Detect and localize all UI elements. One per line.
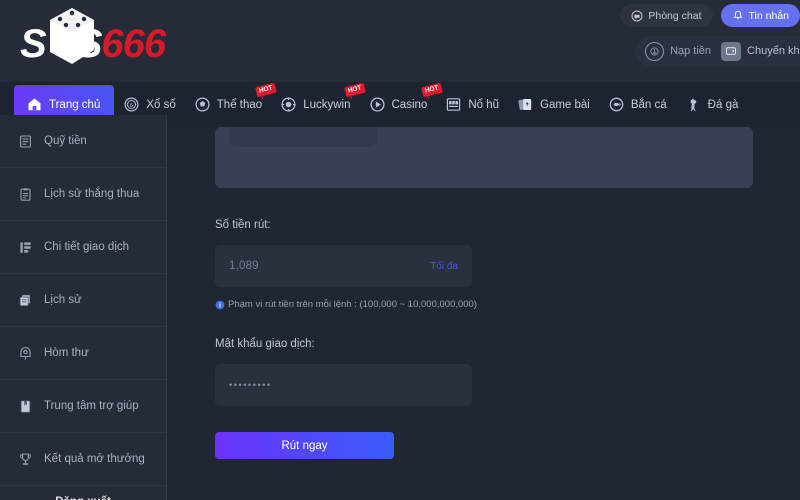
sidebar-item-quy-tien[interactable]: Quỹ tiền [0, 115, 166, 168]
sidebar-item-ket-qua-mo-thuong[interactable]: Kết quả mở thưởng [0, 433, 166, 486]
play-circle-icon [369, 96, 386, 113]
nav-item-luckywin[interactable]: Luckywin HOT [271, 82, 366, 124]
rooster-icon [685, 96, 702, 113]
nav-label-ban-ca: Bắn cá [630, 98, 667, 111]
chat-room-label: Phòng chat [648, 9, 702, 22]
nav-item-no-hu[interactable]: Nổ hũ [436, 86, 508, 124]
nav-item-ban-ca[interactable]: Bắn cá [599, 86, 676, 124]
deposit-button[interactable]: Nạp tiền [645, 41, 712, 61]
password-value: ••••••••• [229, 380, 272, 390]
sidebar-label-lich-su: Lịch sử [44, 294, 82, 306]
sidebar-item-lich-su[interactable]: Lịch sử [0, 274, 166, 327]
logo-letter-1: S [20, 22, 47, 66]
transfer-button[interactable]: Chuyển khoản [721, 41, 800, 61]
nav-item-casino[interactable]: Casino HOT [360, 82, 443, 124]
nav-label-no-hu: Nổ hũ [468, 98, 499, 111]
deposit-icon [645, 41, 665, 61]
password-input[interactable]: ••••••••• [215, 364, 472, 406]
mailbox-icon [18, 346, 33, 361]
nav-label-da-ga: Đá gà [707, 98, 739, 111]
nav-item-game-bai[interactable]: Game bài [508, 86, 599, 124]
sidebar-item-chi-tiet-giao-dich[interactable]: Chi tiết giao dịch [0, 221, 166, 274]
amount-input[interactable]: 1,089 Tối đa [215, 245, 472, 287]
password-label: Mật khẩu giao dịch: [215, 338, 315, 350]
trophy-icon [18, 452, 33, 467]
withdraw-form: Số tiền rút: 1,089 Tối đa Phạm vi rút ti… [215, 219, 515, 459]
amount-hint-text: Phạm vi rút tiền trên mỗi lệnh : (100,00… [228, 299, 478, 310]
sidebar-label-chi-tiet-giao-dich: Chi tiết giao dịch [44, 241, 130, 253]
wallet-icon [721, 41, 742, 61]
nav-item-da-ga[interactable]: Đá gà [676, 86, 748, 124]
amount-value: 1,089 [229, 260, 259, 272]
sidebar-label-trung-tam-tro-giup: Trung tâm trợ giúp [44, 400, 139, 412]
poker-chip-icon [280, 96, 297, 113]
logo-text: S S666 [20, 22, 166, 66]
playing-cards-icon [517, 96, 534, 113]
bell-icon [732, 10, 744, 22]
fish-target-icon [608, 96, 625, 113]
logo-letter-2: S [75, 22, 103, 66]
summary-card[interactable] [229, 127, 377, 147]
site-header: S S666 Phòng chat Tin nhắn Nạp tiền Chuy… [0, 0, 800, 82]
deposit-label: Nạp tiền [670, 45, 712, 57]
site-logo[interactable]: S S666 [8, 4, 208, 76]
info-icon [215, 300, 225, 310]
amount-label: Số tiền rút: [215, 219, 271, 231]
slot-machine-icon [445, 96, 462, 113]
soccer-ball-icon [194, 96, 211, 113]
sidebar-item-hom-thu[interactable]: Hòm thư [0, 327, 166, 380]
sidebar-label-hom-thu: Hòm thư [44, 347, 89, 359]
sidebar-label-quy-tien: Quỹ tiền [44, 135, 87, 147]
help-book-icon [18, 399, 33, 414]
history-stack-icon [18, 293, 33, 308]
sidebar-label-lich-su-thang-thua: Lịch sử thắng thua [44, 188, 140, 200]
logout-button[interactable]: Đăng xuất [0, 486, 166, 500]
withdraw-submit-button[interactable]: Rút ngay [215, 432, 394, 459]
nav-item-the-thao[interactable]: Thể thao HOT [185, 82, 278, 124]
account-summary-panel [215, 127, 753, 188]
messages-label: Tin nhắn [748, 9, 789, 22]
chat-room-button[interactable]: Phòng chat [620, 4, 713, 27]
nav-label-luckywin: Luckywin [303, 98, 351, 111]
sidebar-item-lich-su-thang-thua[interactable]: Lịch sử thắng thua [0, 168, 166, 221]
amount-hint: Phạm vi rút tiền trên mỗi lệnh : (100,00… [215, 299, 515, 310]
clipboard-icon [18, 187, 33, 202]
max-amount-link[interactable]: Tối đa [430, 261, 458, 272]
funds-icon [18, 134, 33, 149]
nav-label-the-thao: Thể thao [216, 98, 263, 111]
header-account-actions: Nạp tiền Chuyển khoản [635, 36, 800, 66]
app-root: S S666 Phòng chat Tin nhắn Nạp tiền Chuy… [0, 0, 800, 500]
nav-label-game-bai: Game bài [540, 98, 590, 111]
header-top-actions: Phòng chat Tin nhắn [620, 4, 800, 27]
main-content: Số tiền rút: 1,089 Tối đa Phạm vi rút ti… [167, 127, 800, 500]
transfer-label: Chuyển khoản [747, 45, 800, 57]
sidebar-label-ket-qua-mo-thuong: Kết quả mở thưởng [44, 453, 145, 465]
svg-text:6: 6 [130, 103, 133, 109]
nav-label-casino: Casino [391, 98, 428, 111]
nav-label-trang-chu: Trang chủ [49, 98, 101, 111]
nav-label-xo-so: Xổ số [146, 98, 176, 111]
account-sidebar[interactable]: Quỹ tiền Lịch sử thắng thua Chi tiết gia… [0, 115, 167, 500]
logo-numbers: 666 [101, 22, 166, 66]
chat-room-icon [631, 10, 643, 22]
sidebar-item-trung-tam-tro-giup[interactable]: Trung tâm trợ giúp [0, 380, 166, 433]
home-icon [26, 96, 43, 113]
lottery-ball-icon: 6 [123, 96, 140, 113]
bar-chart-icon [18, 240, 33, 255]
messages-button[interactable]: Tin nhắn [720, 4, 800, 27]
